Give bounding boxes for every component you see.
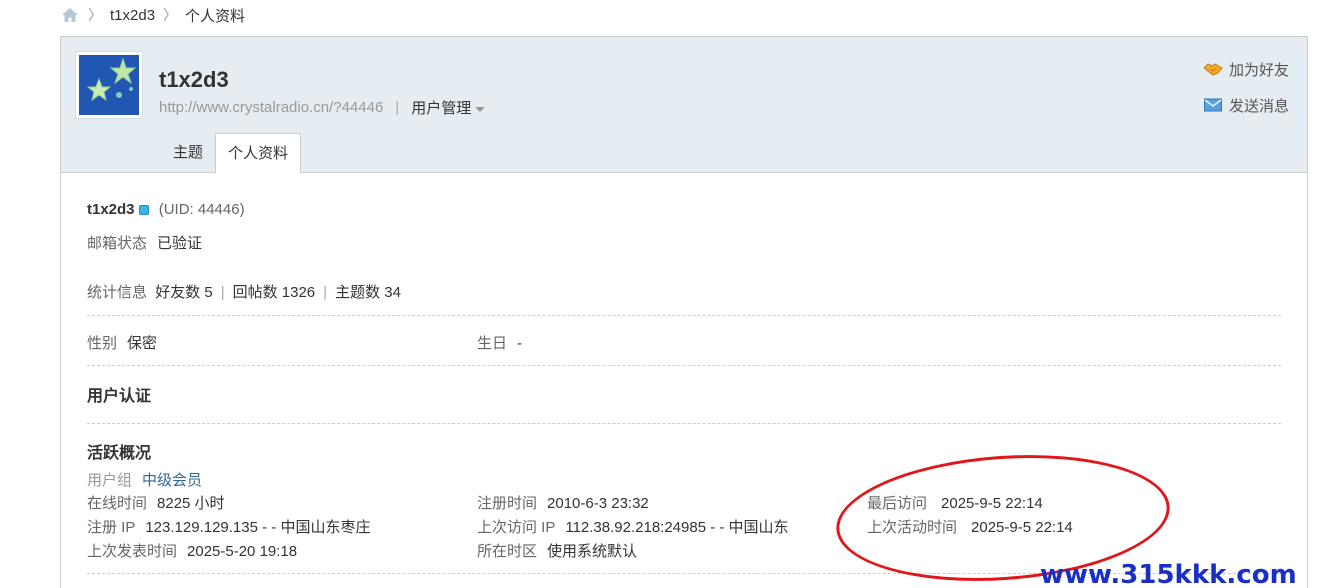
profile-username: t1x2d3 xyxy=(159,67,229,92)
send-message-label: 发送消息 xyxy=(1228,97,1289,115)
reg-time-value: 2010-6-3 23:32 xyxy=(547,495,649,512)
birthday-row: 生日 - xyxy=(477,332,522,353)
gender-row: 性别 保密 xyxy=(87,332,157,353)
timezone-label: 所在时区 xyxy=(477,543,538,560)
avatar[interactable] xyxy=(75,51,143,119)
online-label: 在线时间 xyxy=(87,495,148,512)
posts-count[interactable]: 回帖数 1326 xyxy=(233,284,316,301)
last-post-label: 上次发表时间 xyxy=(87,543,178,560)
home-icon[interactable] xyxy=(60,6,80,24)
divider: | xyxy=(323,284,328,301)
last-ip-row: 上次访问 IP 112.38.92.218:24985 - - 中国山东 xyxy=(477,516,789,537)
tab-profile[interactable]: 个人资料 xyxy=(215,133,302,174)
birthday-value: - xyxy=(517,335,523,352)
gender-value: 保密 xyxy=(127,335,158,352)
last-ip-label: 上次访问 IP xyxy=(477,519,556,536)
profile-name: t1x2d3 xyxy=(87,201,135,218)
timezone-row: 所在时区 使用系统默认 xyxy=(477,540,637,561)
profile-header: t1x2d3 http://www.crystalradio.cn/?44446… xyxy=(61,37,1307,174)
threads-count[interactable]: 主题数 34 xyxy=(335,284,401,301)
reg-time-label: 注册时间 xyxy=(477,495,538,512)
email-value: 已验证 xyxy=(157,235,203,252)
last-ip-value: 112.38.92.218:24985 - - 中国山东 xyxy=(565,519,789,536)
reg-time-row: 注册时间 2010-6-3 23:32 xyxy=(477,492,649,513)
stats-row: 统计信息 好友数 5 | 回帖数 1326 | 主题数 34 xyxy=(87,281,401,302)
timezone-value: 使用系统默认 xyxy=(547,543,638,560)
group-value[interactable]: 中级会员 xyxy=(142,472,202,489)
online-row: 在线时间 8225 小时 xyxy=(87,492,225,513)
avatar-image xyxy=(79,55,139,115)
auth-title: 用户认证 xyxy=(87,388,152,405)
gender-label: 性别 xyxy=(87,335,118,352)
online-value: 8225 小时 xyxy=(157,495,225,512)
birthday-label: 生日 xyxy=(477,335,508,352)
envelope-icon xyxy=(1203,98,1222,112)
last-post-value: 2025-5-20 19:18 xyxy=(187,543,298,560)
profile-url[interactable]: http://www.crystalradio.cn/?44446 xyxy=(159,99,383,116)
stats-label: 统计信息 xyxy=(87,284,148,301)
breadcrumb-user[interactable]: t1x2d3 xyxy=(110,7,155,24)
email-label: 邮箱状态 xyxy=(87,235,148,252)
email-row: 邮箱状态 已验证 xyxy=(87,232,202,253)
name-row: t1x2d3 (UID: 44446) xyxy=(87,201,245,218)
profile-actions: 加为好友 发送消息 xyxy=(1203,57,1289,129)
divider xyxy=(87,315,1281,316)
chevron-right-icon: 〉 xyxy=(88,7,102,23)
tab-threads[interactable]: 主题 xyxy=(161,133,215,173)
add-friend-label: 加为好友 xyxy=(1228,61,1289,79)
group-row: 用户组 中级会员 xyxy=(87,469,202,490)
group-label: 用户组 xyxy=(87,472,133,489)
divider xyxy=(87,365,1281,366)
profile-url-row: http://www.crystalradio.cn/?44446 | 用户管理 xyxy=(159,97,486,118)
breadcrumb: 〉 t1x2d3 〉 个人资料 xyxy=(60,4,245,26)
caret-down-icon xyxy=(475,106,486,112)
uid: (UID: 44446) xyxy=(158,201,245,218)
activity-title: 活跃概况 xyxy=(87,445,152,462)
user-manage-menu[interactable]: 用户管理 xyxy=(411,97,486,118)
friends-count[interactable]: 好友数 5 xyxy=(155,284,213,301)
breadcrumb-page: 个人资料 xyxy=(185,7,246,25)
user-manage-label: 用户管理 xyxy=(411,100,472,117)
add-friend-button[interactable]: 加为好友 xyxy=(1203,57,1289,81)
verified-badge-icon xyxy=(138,205,149,216)
reg-ip-row: 注册 IP 123.129.129.135 - - 中国山东枣庄 xyxy=(87,516,370,537)
reg-ip-label: 注册 IP xyxy=(87,519,136,536)
profile-tabs: 主题 个人资料 xyxy=(161,133,302,174)
divider: | xyxy=(395,99,400,116)
divider: | xyxy=(220,284,225,301)
watermark: www.315kkk.com xyxy=(1040,560,1297,588)
send-message-button[interactable]: 发送消息 xyxy=(1203,93,1289,117)
chevron-right-icon: 〉 xyxy=(163,7,178,23)
handshake-icon xyxy=(1203,63,1223,76)
reg-ip-value: 123.129.129.135 - - 中国山东枣庄 xyxy=(145,519,371,536)
last-post-row: 上次发表时间 2025-5-20 19:18 xyxy=(87,540,297,561)
divider xyxy=(87,423,1281,424)
